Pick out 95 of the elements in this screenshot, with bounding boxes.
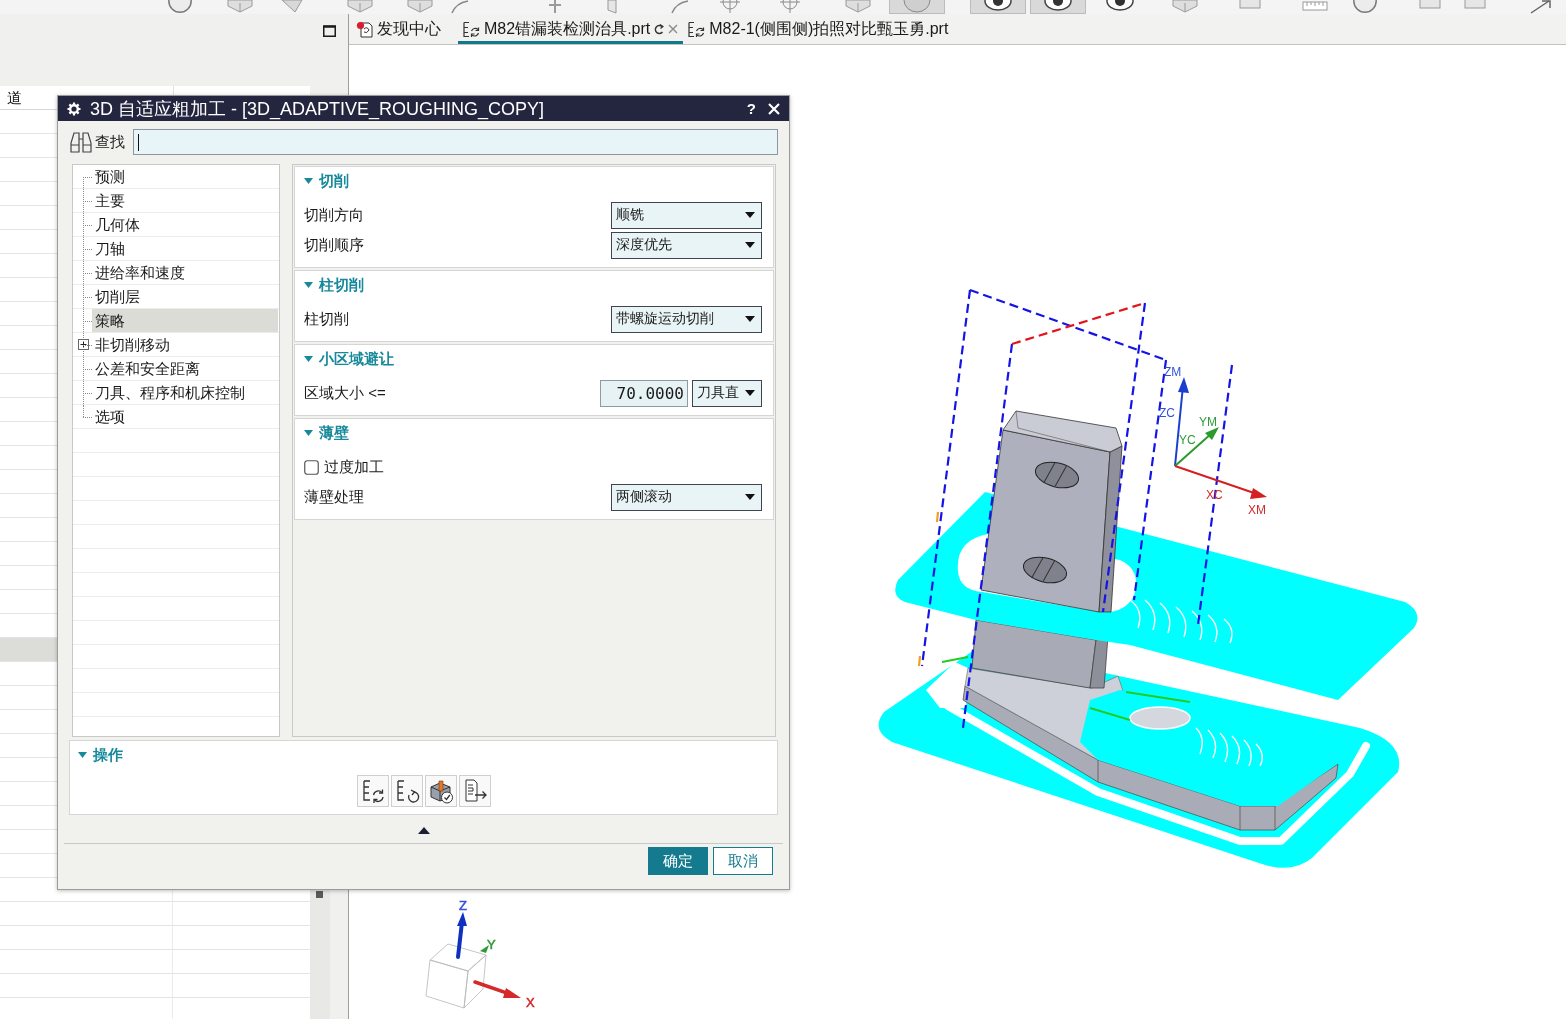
checkbox-label: 过度加工 bbox=[324, 457, 384, 477]
tree-item[interactable]: 主要 bbox=[92, 189, 278, 212]
collapse-triangle-icon[interactable] bbox=[304, 356, 313, 362]
field-label: 切削方向 bbox=[304, 205, 364, 225]
caret-icon bbox=[745, 390, 755, 396]
dropdown[interactable]: 深度优先 bbox=[611, 231, 762, 259]
collapse-triangle-icon[interactable] bbox=[304, 178, 313, 184]
circular-arrow-icon[interactable] bbox=[654, 23, 665, 35]
tree-item[interactable]: 预测 bbox=[92, 165, 278, 188]
dropdown[interactable]: 两侧滚动 bbox=[611, 483, 762, 511]
box-icon bbox=[1239, 0, 1261, 9]
cancel-button[interactable]: 取消 bbox=[713, 847, 773, 875]
tree-item[interactable]: 进给率和速度 bbox=[92, 261, 278, 284]
number-field[interactable]: 70.0000 bbox=[600, 379, 688, 407]
caret-icon bbox=[745, 212, 755, 218]
group-title[interactable]: 小区域避让 bbox=[319, 349, 394, 369]
text-cursor-icon bbox=[138, 133, 139, 151]
curve-icon bbox=[451, 0, 469, 14]
axis-label: ZC bbox=[1159, 406, 1175, 420]
axis-label: Z bbox=[459, 898, 467, 913]
scrollbar-thumb[interactable] bbox=[316, 891, 323, 898]
tab[interactable]: M82-1(侧围侧)拍照对比甄玉勇.prt bbox=[683, 14, 954, 44]
up-triangle-icon[interactable] bbox=[417, 827, 430, 834]
checkbox[interactable] bbox=[304, 459, 319, 475]
steps-refresh-icon bbox=[687, 20, 706, 38]
tree-item[interactable]: 刀轴 bbox=[92, 237, 278, 260]
tree-item[interactable]: 选项 bbox=[92, 405, 278, 428]
tree-item[interactable]: 切削层 bbox=[92, 285, 278, 308]
crosshair-icon bbox=[779, 0, 801, 13]
gear-icon bbox=[67, 101, 81, 116]
tree-item[interactable]: 非切削移动 bbox=[92, 333, 278, 356]
crosshair-icon bbox=[719, 0, 741, 13]
dropdown[interactable]: 顺铣 bbox=[611, 201, 762, 229]
dropdown[interactable]: 刀具直 bbox=[692, 379, 762, 407]
toolbar-button[interactable] bbox=[970, 0, 1026, 14]
caret-icon bbox=[745, 316, 755, 322]
field-label: 薄壁处理 bbox=[304, 487, 364, 507]
axis-label: ZM bbox=[1164, 365, 1182, 379]
cube-icon bbox=[1172, 0, 1198, 13]
arrow-icon bbox=[1529, 0, 1551, 14]
caret-icon bbox=[745, 242, 755, 248]
scrollbar[interactable] bbox=[310, 890, 330, 1019]
box-icon bbox=[1419, 0, 1441, 9]
axis-arrows-icon bbox=[1174, 377, 1267, 499]
axis-label: YC bbox=[1179, 433, 1196, 447]
help-button[interactable]: ? bbox=[746, 100, 756, 117]
action-button[interactable] bbox=[390, 775, 423, 807]
caret-icon bbox=[745, 494, 755, 500]
tree-item[interactable]: 刀具、程序和机床控制 bbox=[92, 381, 278, 404]
tree-item[interactable]: 策略 bbox=[92, 309, 278, 332]
cube-icon bbox=[845, 0, 871, 13]
steps-refresh-icon bbox=[462, 20, 480, 38]
curve-icon bbox=[671, 0, 689, 14]
group-title[interactable]: 薄壁 bbox=[319, 423, 349, 443]
toolbar-button[interactable] bbox=[1106, 0, 1134, 14]
action-button[interactable] bbox=[458, 775, 491, 807]
dropdown[interactable]: 带螺旋运动切削 bbox=[611, 305, 762, 333]
cube-check-icon bbox=[427, 778, 454, 804]
column-header[interactable]: 道 bbox=[0, 86, 57, 109]
eye-icon bbox=[984, 0, 1012, 11]
action-button[interactable] bbox=[424, 775, 457, 807]
action-button[interactable] bbox=[356, 775, 389, 807]
field-label: 柱切削 bbox=[304, 309, 349, 329]
field-label: 切削顺序 bbox=[304, 235, 364, 255]
view-triad-icon bbox=[425, 912, 521, 1009]
plus-icon bbox=[548, 0, 562, 13]
tab[interactable]: 发现中心 bbox=[352, 14, 446, 44]
axis-label: YM bbox=[1199, 415, 1217, 429]
group-title[interactable]: 操作 bbox=[93, 745, 123, 765]
eye-icon bbox=[1044, 0, 1072, 11]
cube-icon bbox=[227, 0, 253, 13]
tree-item[interactable]: 公差和安全距离 bbox=[92, 357, 278, 380]
cube-icon bbox=[407, 0, 433, 13]
tree-item[interactable]: 几何体 bbox=[92, 213, 278, 236]
binoculars-icon bbox=[69, 131, 93, 153]
field-label: 区域大小 <= bbox=[304, 383, 386, 403]
axis-label: X bbox=[526, 995, 535, 1010]
triangle-icon bbox=[281, 0, 303, 13]
collapse-triangle-icon[interactable] bbox=[304, 430, 313, 436]
axis-label: Y bbox=[487, 937, 496, 952]
box-icon bbox=[1464, 0, 1486, 9]
collapse-triangle-icon[interactable] bbox=[304, 282, 313, 288]
group-title[interactable]: 柱切削 bbox=[319, 275, 364, 295]
dialog-title: 3D 自适应粗加工 - [3D_ADAPTIVE_ROUGHING_COPY] bbox=[90, 97, 545, 121]
cube-icon bbox=[347, 0, 373, 13]
maximize-icon[interactable] bbox=[323, 25, 336, 37]
plus-box-icon[interactable] bbox=[78, 339, 89, 350]
toolbar-button[interactable] bbox=[1030, 0, 1086, 14]
search-label: 查找 bbox=[95, 132, 125, 152]
group-title[interactable]: 切削 bbox=[319, 171, 349, 191]
search-field[interactable] bbox=[133, 129, 778, 155]
document-badge-icon bbox=[356, 20, 373, 38]
axis-label: XM bbox=[1248, 503, 1266, 517]
ok-button[interactable]: 确定 bbox=[648, 847, 708, 875]
collapse-triangle-icon[interactable] bbox=[78, 752, 87, 758]
